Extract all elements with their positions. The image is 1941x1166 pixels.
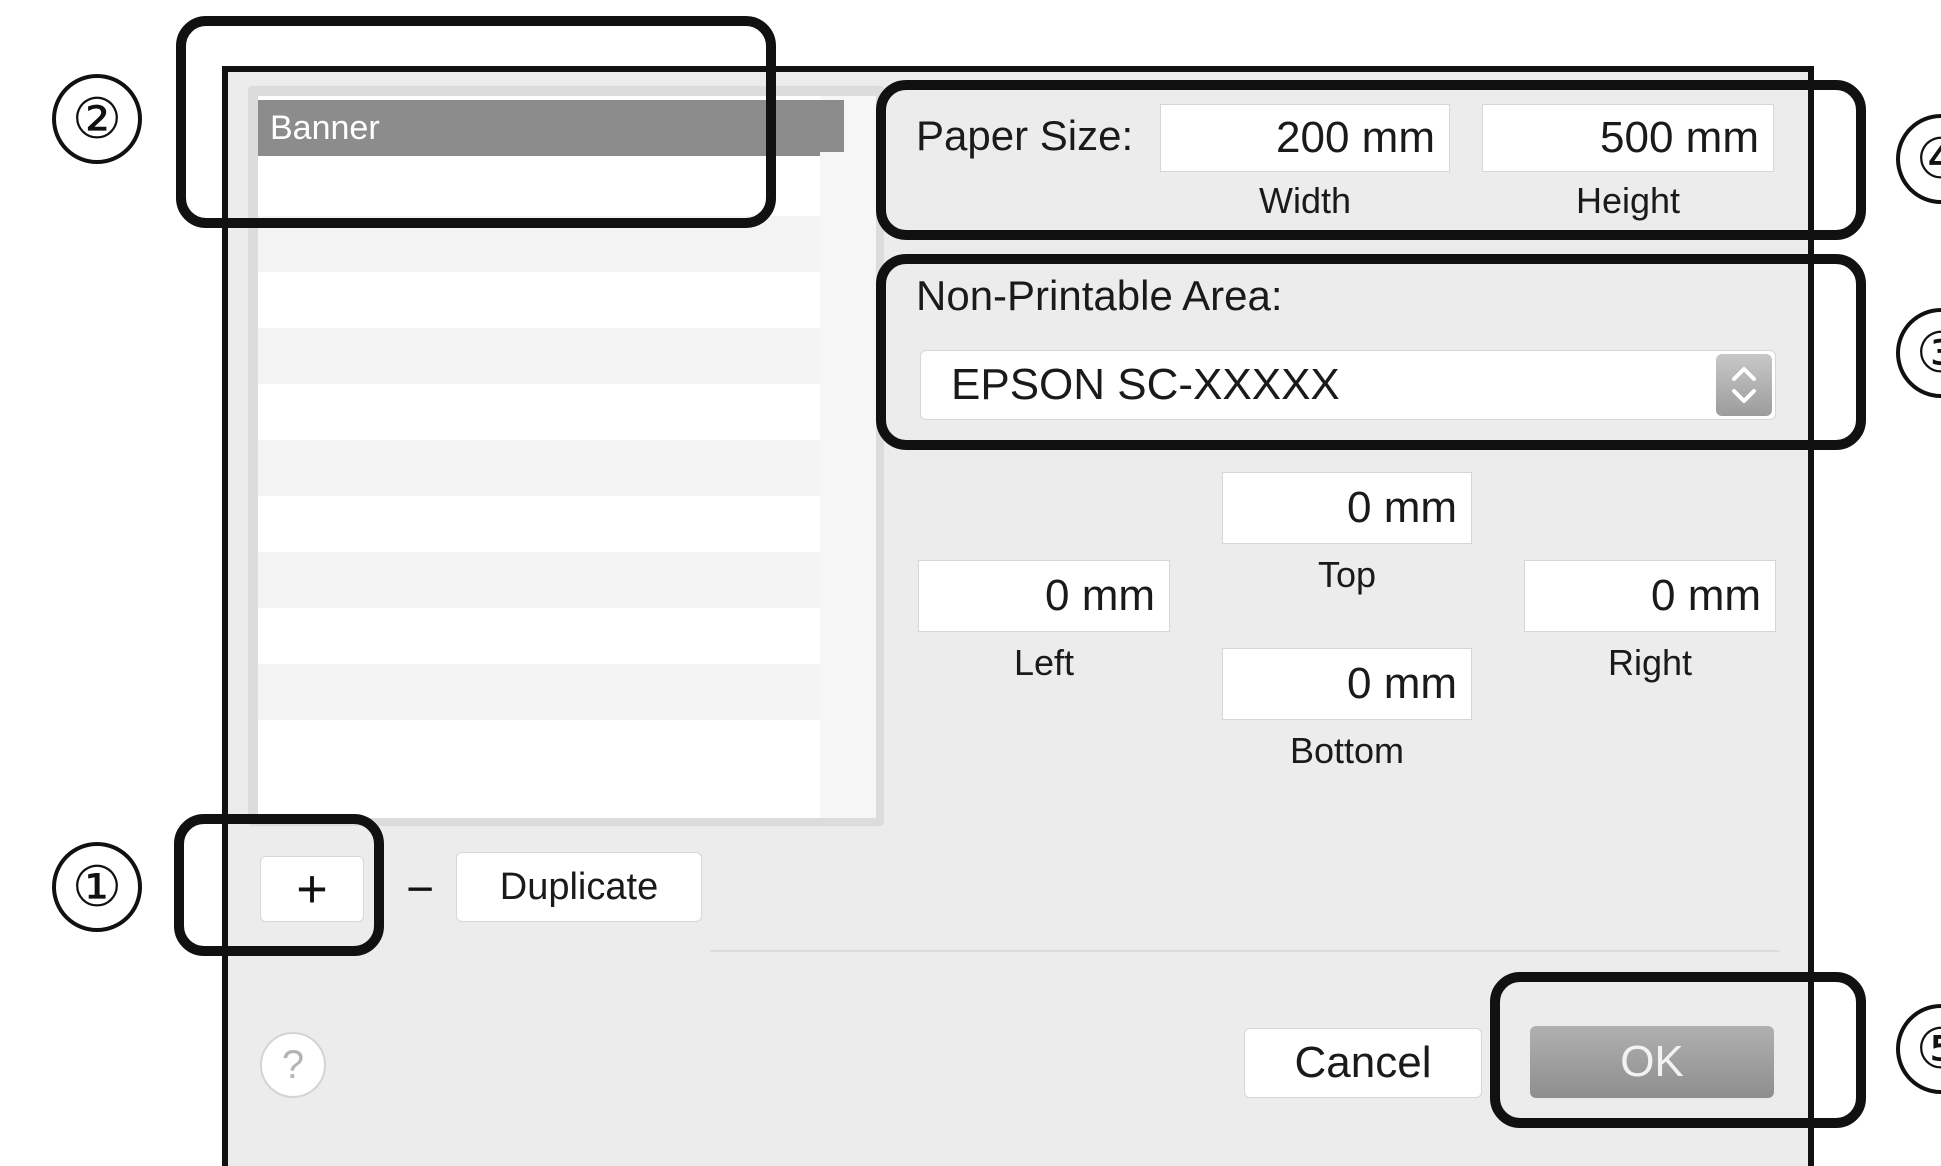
list-item xyxy=(258,552,820,608)
list-item xyxy=(258,496,820,552)
step-2-marker: ② xyxy=(52,74,142,164)
top-margin-field[interactable]: 0 mm xyxy=(1222,472,1472,544)
divider xyxy=(710,950,1780,952)
step-5-marker: ⑤ xyxy=(1896,1004,1941,1094)
callout-box-5 xyxy=(1490,972,1866,1128)
selected-row-highlight xyxy=(820,100,844,152)
callout-box-1 xyxy=(174,814,384,956)
list-item xyxy=(258,608,820,664)
list-item xyxy=(258,328,820,384)
left-caption: Left xyxy=(1013,642,1075,683)
step-3-marker: ③ xyxy=(1896,308,1941,398)
step-1-marker: ① xyxy=(52,842,142,932)
help-button[interactable]: ? xyxy=(260,1032,326,1098)
callout-box-4 xyxy=(876,80,1866,240)
duplicate-button[interactable]: Duplicate xyxy=(456,852,702,922)
bottom-margin-field[interactable]: 0 mm xyxy=(1222,648,1472,720)
top-caption: Top xyxy=(1317,554,1377,595)
right-margin-field[interactable]: 0 mm xyxy=(1524,560,1776,632)
list-item xyxy=(258,384,820,440)
list-item xyxy=(258,272,820,328)
paper-list-scrollbar[interactable] xyxy=(820,96,876,818)
list-item xyxy=(258,664,820,720)
right-caption: Right xyxy=(1607,642,1693,683)
list-item xyxy=(258,720,820,776)
left-margin-field[interactable]: 0 mm xyxy=(918,560,1170,632)
list-item xyxy=(258,440,820,496)
callout-box-2 xyxy=(176,16,776,228)
callout-box-3 xyxy=(876,254,1866,450)
bottom-caption: Bottom xyxy=(1289,730,1405,771)
remove-paper-button[interactable]: − xyxy=(384,856,456,922)
cancel-button[interactable]: Cancel xyxy=(1244,1028,1482,1098)
step-4-marker: ④ xyxy=(1896,114,1941,204)
